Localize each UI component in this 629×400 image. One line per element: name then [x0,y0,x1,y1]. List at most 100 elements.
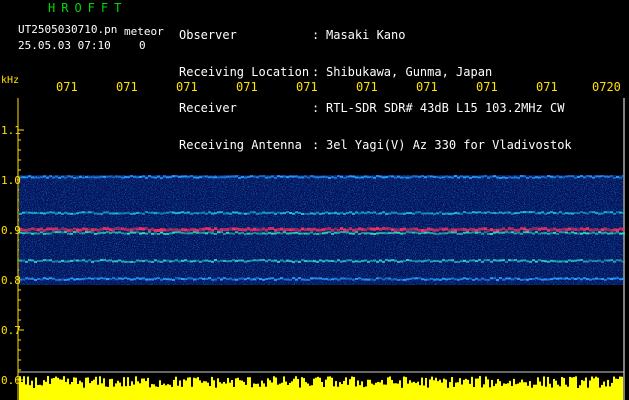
info-row-receiver: Receiver: RTL-SDR SDR# 43dB L15 103.2MHz … [179,102,572,115]
signal-segment [103,259,106,262]
signal-segment [58,211,61,214]
signal-segment [196,212,199,215]
level-bar [229,382,231,400]
signal-segment [547,211,550,214]
signal-segment [310,231,313,234]
signal-segment [61,227,64,231]
signal-segment [403,212,406,215]
signal-segment [418,232,421,235]
y-tick-label: 1.0 [1,174,21,187]
level-bar [101,383,103,400]
level-bar [621,376,623,400]
signal-segment [400,278,403,281]
signal-segment [550,211,553,214]
signal-segment [166,176,169,179]
level-bar [619,376,621,400]
level-bar [481,387,483,400]
signal-segment [487,232,490,235]
signal-segment [238,212,241,215]
signal-segment [55,175,58,178]
signal-segment [280,227,283,231]
signal-segment [517,212,520,215]
info-value: RTL-SDR SDR# 43dB L15 103.2MHz CW [326,101,565,116]
level-bar [151,384,153,400]
signal-segment [304,228,307,232]
signal-segment [97,232,100,235]
level-bar [475,378,477,400]
signal-segment [463,176,466,179]
level-bar [59,379,61,400]
signal-segment [244,260,247,263]
signal-segment [592,260,595,263]
signal-segment [559,211,562,214]
signal-segment [472,211,475,214]
signal-segment [316,260,319,263]
signal-segment [235,227,238,231]
signal-segment [124,176,127,179]
signal-segment [385,259,388,262]
signal-segment [217,211,220,214]
signal-segment [175,228,178,232]
signal-segment [517,277,520,280]
signal-segment [433,175,436,178]
signal-segment [208,231,211,234]
signal-segment [595,260,598,263]
level-bar [131,381,133,400]
level-bar [391,379,393,400]
signal-segment [205,232,208,235]
signal-segment [181,211,184,214]
signal-segment [442,259,445,262]
signal-segment [274,278,277,281]
signal-segment [286,211,289,214]
signal-segment [376,227,379,231]
signal-segment [67,212,70,215]
signal-segment [409,231,412,234]
signal-segment [589,259,592,262]
level-bar [563,377,565,400]
signal-segment [91,260,94,263]
signal-segment [214,212,217,215]
signal-segment [271,232,274,235]
signal-segment [532,278,535,281]
signal-segment [289,175,292,178]
signal-segment [322,212,325,215]
level-bar [371,383,373,400]
signal-segment [70,277,73,280]
signal-segment [94,260,97,263]
signal-segment [601,232,604,235]
signal-segment [124,232,127,235]
signal-segment [172,260,175,263]
level-bar [449,382,451,400]
signal-segment [127,176,130,179]
level-bar [479,376,481,400]
level-bar [431,376,433,400]
level-bar [69,384,71,400]
level-bar [375,382,377,400]
level-bar [81,382,83,400]
signal-segment [337,231,340,234]
signal-segment [229,175,232,178]
signal-segment [610,211,613,214]
signal-segment [322,232,325,235]
signal-segment [343,277,346,280]
signal-segment [349,211,352,214]
signal-segment [196,278,199,281]
signal-segment [370,211,373,214]
level-bar [195,378,197,400]
signal-segment [283,278,286,281]
signal-segment [178,231,181,234]
level-bar [415,383,417,400]
mode-label: meteor [124,25,164,38]
signal-segment [289,260,292,263]
signal-segment [166,211,169,214]
level-bar [219,382,221,400]
signal-segment [316,176,319,179]
signal-segment [202,259,205,262]
signal-segment [40,259,43,262]
level-bar [47,376,49,400]
signal-segment [334,176,337,179]
signal-segment [130,231,133,234]
signal-segment [403,260,406,263]
signal-segment [481,232,484,235]
signal-segment [64,227,67,231]
